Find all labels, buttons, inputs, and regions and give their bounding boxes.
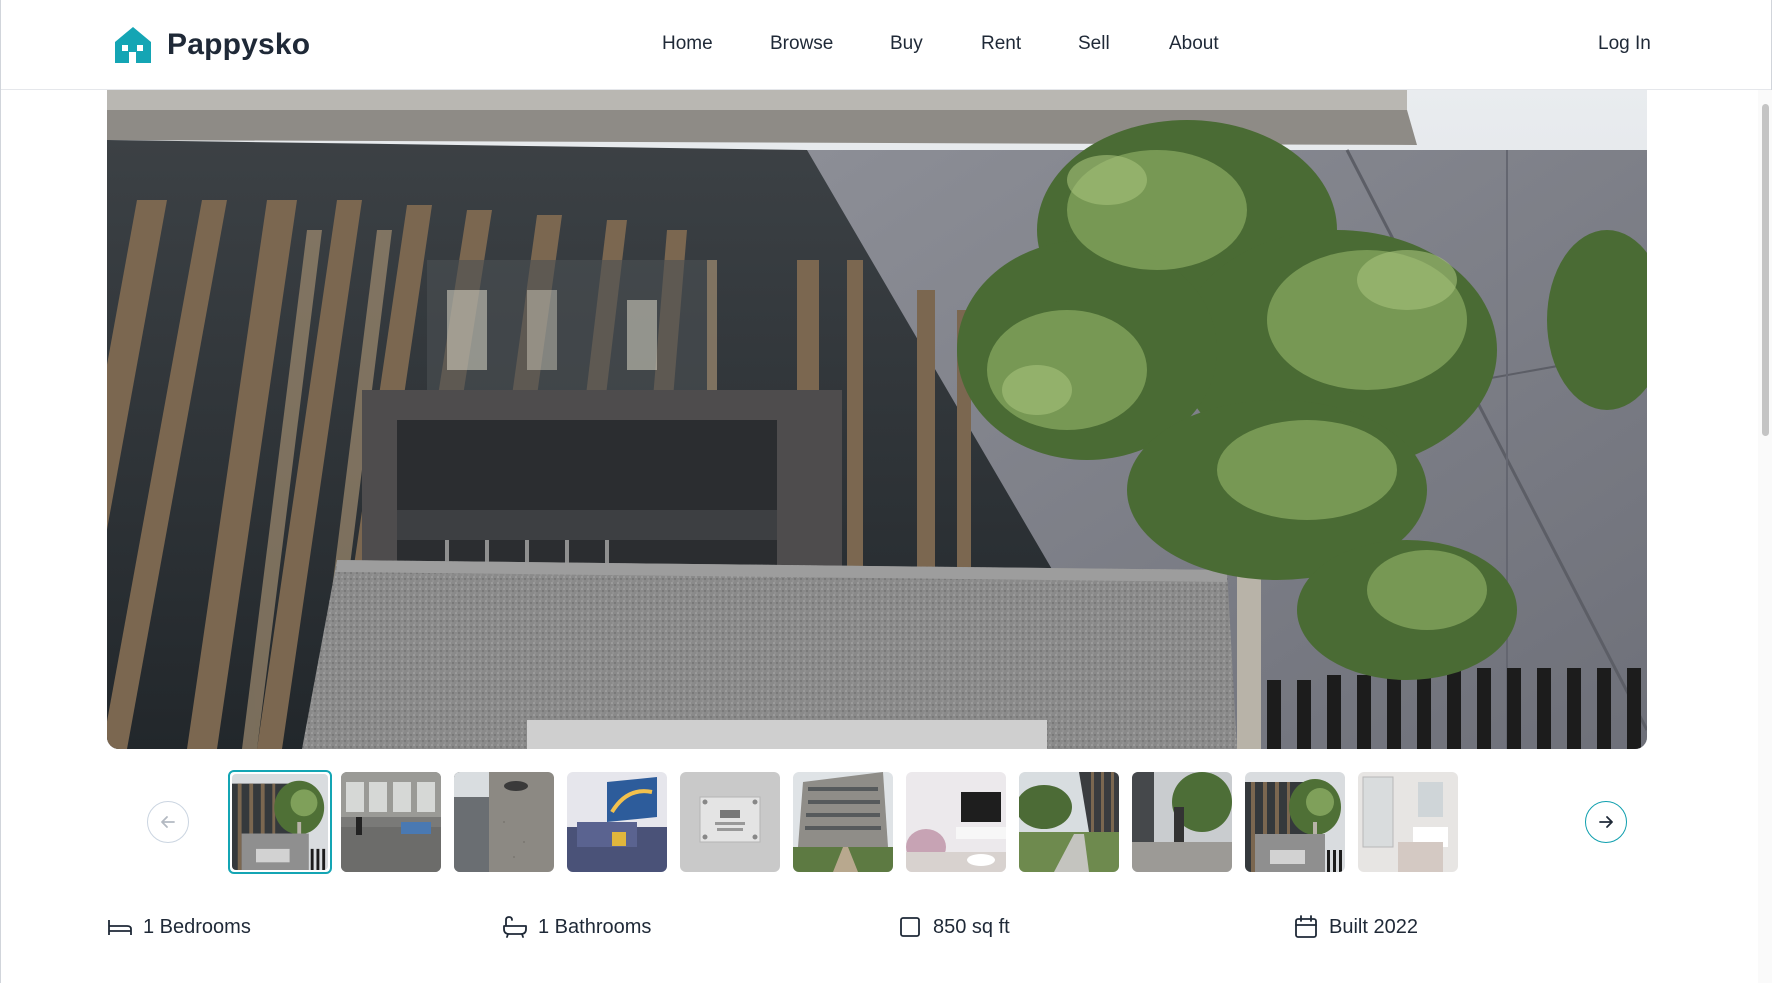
thumbnail-garden-walkway[interactable] [1019,772,1119,872]
calendar-icon [1295,915,1317,938]
thumbnail-apartment-building[interactable] [793,772,893,872]
bed-icon [108,920,132,935]
thumbnail-building-entrance-2[interactable] [1245,772,1345,872]
thumbnail-gym[interactable] [341,772,441,872]
nav-item-home[interactable]: Home [662,33,713,55]
house-icon [115,27,151,63]
brand[interactable]: Pappysko [113,25,310,65]
feature-bedrooms: 1 Bedrooms [107,914,251,940]
scrollbar-thumb[interactable] [1762,104,1769,436]
feature-area: 850 sq ft [897,914,1010,940]
feature-built-year: Built 2022 [1293,914,1418,940]
thumbnail-strip [107,770,1647,874]
bathrooms-label: 1 Bathrooms [538,915,652,938]
nav-item-sell[interactable]: Sell [1078,33,1110,55]
site-header: Pappysko Home Browse Buy Rent Sell About… [1,0,1771,90]
thumbnail-cctv-sign[interactable] [680,772,780,872]
thumbnail-living-room-tv[interactable] [906,772,1006,872]
login-link[interactable]: Log In [1598,33,1651,55]
nav-item-rent[interactable]: Rent [981,33,1021,55]
thumbnail-list [228,770,1468,874]
built-year-label: Built 2022 [1329,915,1418,938]
bedrooms-label: 1 Bedrooms [143,915,251,938]
nav-item-about[interactable]: About [1169,33,1219,55]
arrow-left-icon [161,816,175,828]
next-image-button[interactable] [1585,801,1627,843]
thumbnail-living-room-sofa[interactable] [567,772,667,872]
thumbnail-building-entrance[interactable] [228,770,332,874]
building-facade-photo [107,90,1647,749]
arrow-right-icon [1599,816,1613,828]
thumbnail-bathroom[interactable] [1358,772,1458,872]
thumbnail-ceiling-shower[interactable] [454,772,554,872]
brand-name: Pappysko [167,28,311,61]
property-features: 1 Bedrooms 1 Bathrooms 850 sq ft Built 2… [107,914,1647,944]
area-label: 850 sq ft [933,915,1010,938]
nav-item-buy[interactable]: Buy [890,33,923,55]
bathtub-icon [503,916,527,938]
previous-image-button[interactable] [147,801,189,843]
square-icon [900,917,920,937]
hero-image[interactable] [107,90,1647,749]
page-scrollbar[interactable] [1758,90,1772,983]
thumbnail-parking-entrance[interactable] [1132,772,1232,872]
nav-item-browse[interactable]: Browse [770,33,833,55]
feature-bathrooms: 1 Bathrooms [502,914,651,940]
